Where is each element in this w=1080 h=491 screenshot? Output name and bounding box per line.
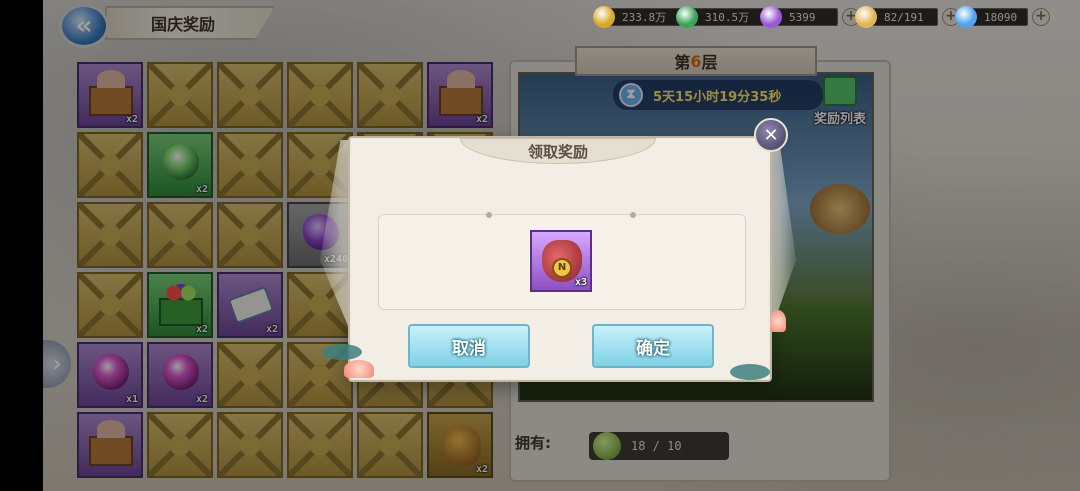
close-icon: ✕	[763, 124, 779, 146]
reward-item[interactable]: N x3	[530, 230, 592, 292]
cancel-button[interactable]: 取消	[408, 324, 530, 368]
lotus-leaf-decoration	[322, 344, 362, 360]
purple-orb-icon	[760, 6, 782, 28]
coin-emblem: N	[552, 258, 572, 278]
lotus-leaf-decoration	[730, 364, 770, 380]
confirm-button[interactable]: 确定	[592, 324, 714, 368]
close-button[interactable]: ✕	[754, 118, 788, 152]
diamond-icon	[955, 6, 977, 28]
ornament-dot	[630, 212, 636, 218]
lotus-decoration	[344, 360, 374, 378]
green-gem-icon	[676, 6, 698, 28]
gold-coin-icon	[593, 6, 615, 28]
stamina-wing-icon	[855, 6, 877, 28]
ornament-dot	[486, 212, 492, 218]
lotus-bud-decoration	[770, 310, 786, 332]
reward-count: x3	[574, 277, 587, 288]
